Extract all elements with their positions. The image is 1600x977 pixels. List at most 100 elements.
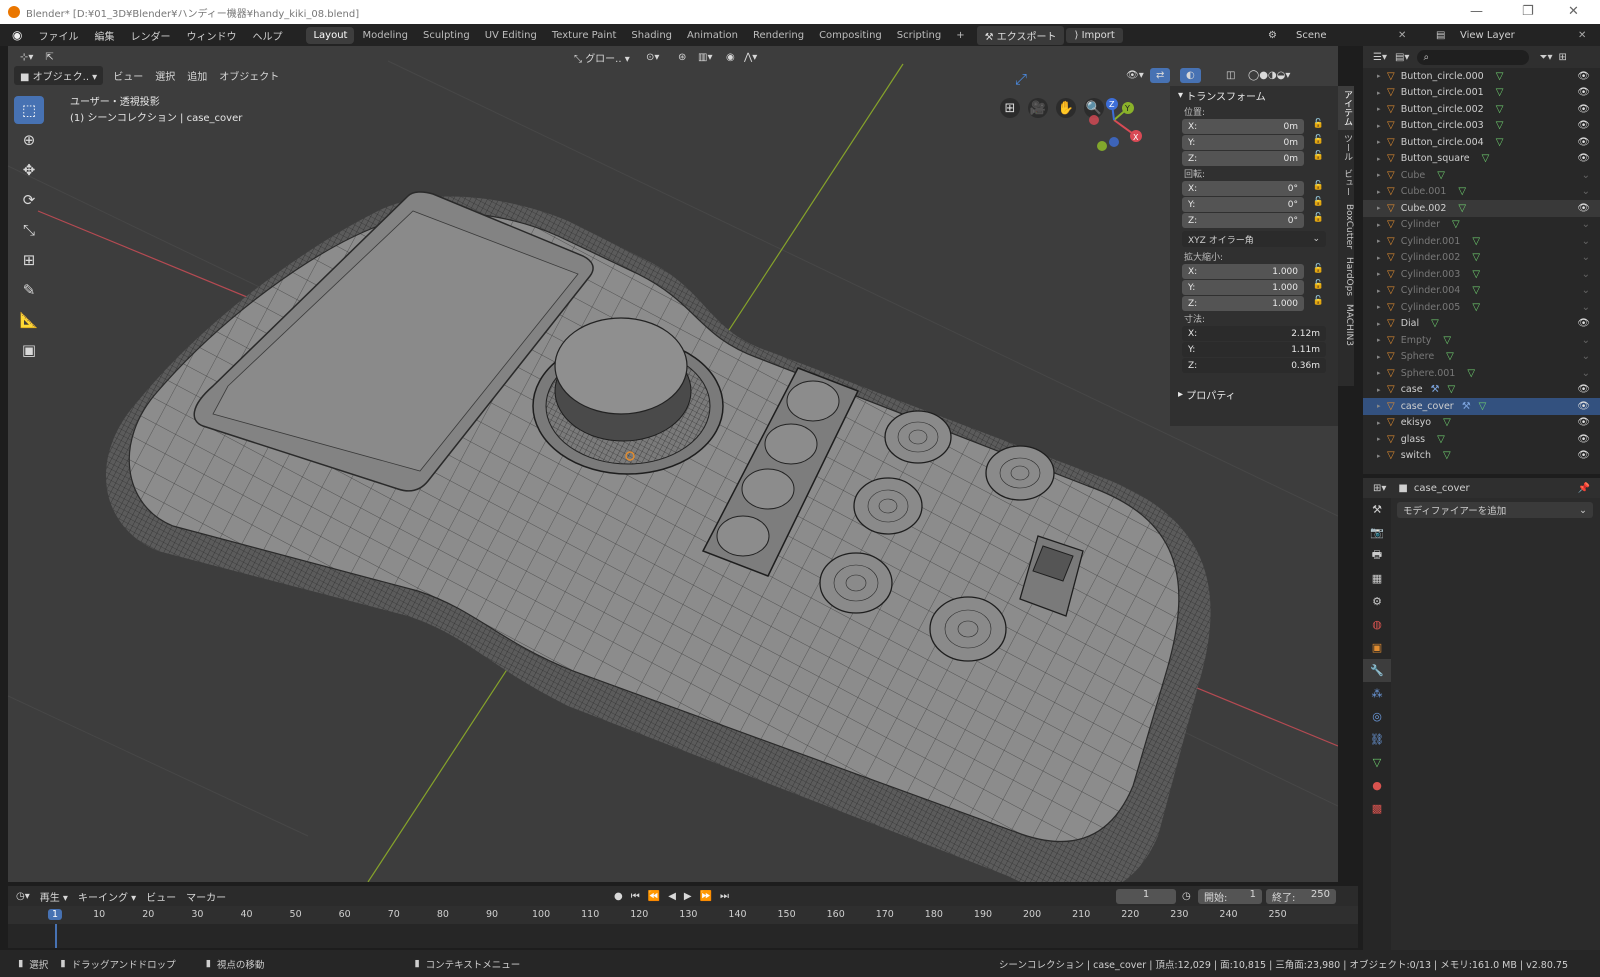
tab-sculpting[interactable]: Sculpting: [416, 27, 477, 44]
tab-modeling[interactable]: Modeling: [355, 27, 415, 44]
tab-layout[interactable]: Layout: [306, 26, 355, 44]
next-keyframe-icon[interactable]: ⏩: [700, 891, 712, 902]
3d-viewport[interactable]: [8, 46, 1338, 882]
particles-icon[interactable]: ⁂: [1363, 682, 1391, 705]
outliner-item[interactable]: ▸ ▽ case ⚒ ▽ 👁: [1363, 382, 1600, 399]
play-icon[interactable]: ▶: [684, 891, 692, 902]
outliner-item[interactable]: ▸ ▽ Cube.002 ▽ 👁: [1363, 200, 1600, 217]
view-layer-name[interactable]: View Layer: [1460, 30, 1515, 41]
physics-icon[interactable]: ◎: [1363, 705, 1391, 728]
tab-shading[interactable]: Shading: [624, 27, 679, 44]
scene-name[interactable]: Scene: [1296, 30, 1327, 41]
render-icon[interactable]: 📷: [1363, 521, 1391, 544]
eye-icon[interactable]: ⌄: [1582, 351, 1590, 362]
lock-icon[interactable]: 🔓: [1313, 264, 1324, 274]
transform-panel-header[interactable]: ▾ トランスフォーム: [1170, 86, 1338, 104]
expand-arrow-icon[interactable]: ▸: [1377, 105, 1381, 113]
location-x-field[interactable]: X: 0m 🔓: [1182, 119, 1324, 134]
dimensions-y-field[interactable]: Y: 1.11m: [1182, 342, 1326, 357]
properties-panel-header[interactable]: ▸ プロパティ: [1170, 385, 1338, 403]
overlay-toggle-icon[interactable]: ◐: [1180, 67, 1201, 83]
eye-icon[interactable]: 👁: [1577, 450, 1590, 461]
eye-icon[interactable]: 👁: [1577, 318, 1590, 329]
eye-icon[interactable]: ⌄: [1582, 186, 1590, 197]
timeline-track[interactable]: [8, 924, 1358, 948]
eye-icon[interactable]: ⌄: [1582, 302, 1590, 313]
rotation-y-field[interactable]: Y: 0° 🔓: [1182, 197, 1324, 212]
filter-icon[interactable]: ⏷▾: [1539, 52, 1552, 63]
expand-arrow-icon[interactable]: ▸: [1377, 435, 1381, 443]
blender-menu-icon[interactable]: ◉: [12, 28, 22, 42]
expand-arrow-icon[interactable]: ▸: [1377, 303, 1381, 311]
menu-edit[interactable]: 編集: [86, 28, 122, 43]
menu-keying[interactable]: キーイング ▾: [78, 889, 136, 904]
outliner-item[interactable]: ▸ ▽ Cylinder.003 ▽ ⌄: [1363, 266, 1600, 283]
editor-type-icon[interactable]: ⊹▾: [14, 50, 39, 65]
outliner-item[interactable]: ▸ ▽ Sphere ▽ ⌄: [1363, 349, 1600, 366]
menu-render[interactable]: レンダー: [122, 28, 178, 43]
scale-tool-icon[interactable]: ⤡: [14, 216, 44, 244]
clock-icon[interactable]: ◷: [1182, 891, 1191, 902]
outliner-item[interactable]: ▸ ▽ Cube.001 ▽ ⌄: [1363, 184, 1600, 201]
expand-arrow-icon[interactable]: ▸: [1377, 353, 1381, 361]
texture-icon[interactable]: ▩: [1363, 797, 1391, 820]
outliner-item[interactable]: ▸ ▽ Button_circle.003 ▽ 👁: [1363, 118, 1600, 135]
select-mode-icon[interactable]: ⇱: [39, 50, 59, 65]
tab-item[interactable]: アイテム: [1338, 86, 1354, 130]
view-layer-close-icon[interactable]: ✕: [1578, 30, 1586, 41]
menu-view[interactable]: ビュー: [107, 66, 149, 85]
outliner-item[interactable]: ▸ ▽ Button_circle.004 ▽ 👁: [1363, 134, 1600, 151]
rotation-mode-dropdown[interactable]: XYZ オイラー角 ⌄: [1182, 231, 1326, 247]
menu-file[interactable]: ファイル: [30, 28, 86, 43]
select-box-tool-icon[interactable]: ⬚: [14, 96, 44, 124]
scene-close-icon[interactable]: ✕: [1398, 30, 1406, 41]
eye-icon[interactable]: 👁: [1577, 384, 1590, 395]
eye-icon[interactable]: 👁: [1577, 104, 1590, 115]
expand-arrow-icon[interactable]: ▸: [1377, 336, 1381, 344]
expand-arrow-icon[interactable]: ▸: [1377, 155, 1381, 163]
lock-icon[interactable]: 🔓: [1313, 151, 1324, 161]
rotation-x-field[interactable]: X: 0° 🔓: [1182, 181, 1324, 196]
tab-texture-paint[interactable]: Texture Paint: [545, 27, 624, 44]
outliner-item[interactable]: ▸ ▽ Button_circle.002 ▽ 👁: [1363, 101, 1600, 118]
outliner-item[interactable]: ▸ ▽ Cylinder.002 ▽ ⌄: [1363, 250, 1600, 267]
eye-icon[interactable]: 👁: [1577, 417, 1590, 428]
eye-icon[interactable]: ⌄: [1582, 285, 1590, 296]
measure-tool-icon[interactable]: 📐: [14, 306, 44, 334]
timeline-ruler[interactable]: 1 10 20 30 40 50 60 70 80 90 100 110 120 130 140 150 160…: [8, 906, 1358, 924]
eye-icon[interactable]: ⌄: [1582, 219, 1590, 230]
world-icon[interactable]: ◍: [1363, 613, 1391, 636]
expand-arrow-icon[interactable]: ▸: [1377, 138, 1381, 146]
add-cube-tool-icon[interactable]: ▣: [14, 336, 44, 364]
eye-icon[interactable]: ⌄: [1582, 170, 1590, 181]
rotation-z-field[interactable]: Z: 0° 🔓: [1182, 213, 1324, 228]
outliner-item[interactable]: ▸ ▽ Button_square ▽ 👁: [1363, 151, 1600, 168]
constraints-icon[interactable]: ⛓: [1363, 728, 1391, 751]
eye-icon[interactable]: 👁: [1577, 71, 1590, 82]
modifier-wrench-icon[interactable]: 🔧: [1363, 659, 1391, 682]
outliner-item[interactable]: ▸ ▽ ekisyo ▽ 👁: [1363, 415, 1600, 432]
tab-machin3[interactable]: MACHIN3: [1338, 300, 1354, 350]
expand-arrow-icon[interactable]: ▸: [1377, 452, 1381, 460]
lock-icon[interactable]: 🔓: [1313, 197, 1324, 207]
lock-icon[interactable]: 🔓: [1313, 181, 1324, 191]
expand-arrow-icon[interactable]: ▸: [1377, 171, 1381, 179]
scene-tab-icon[interactable]: ⚙: [1363, 590, 1391, 613]
playhead[interactable]: [55, 924, 57, 948]
scale-z-field[interactable]: Z: 1.000 🔓: [1182, 296, 1324, 311]
pivot-point-icon[interactable]: ⊙▾: [640, 50, 665, 65]
restore-icon[interactable]: ❐: [1522, 4, 1534, 19]
axis-gizmo[interactable]: X Y Z: [1088, 96, 1158, 156]
outliner-item[interactable]: ▸ ▽ Cylinder.005 ▽ ⌄: [1363, 299, 1600, 316]
tab-rendering[interactable]: Rendering: [746, 27, 811, 44]
outliner-item[interactable]: ▸ ▽ Cylinder ▽ ⌄: [1363, 217, 1600, 234]
transform-tool-icon[interactable]: ⊞: [14, 246, 44, 274]
view-layer-tab-icon[interactable]: ▦: [1363, 567, 1391, 590]
timeline-editor-icon[interactable]: ◷▾: [16, 891, 30, 902]
outliner-item[interactable]: ▸ ▽ case_cover ⚒ ▽ 👁: [1363, 398, 1600, 415]
rotate-tool-icon[interactable]: ⟳: [14, 186, 44, 214]
eye-icon[interactable]: ⌄: [1582, 236, 1590, 247]
prev-keyframe-icon[interactable]: ⏪: [648, 891, 660, 902]
mode-dropdown[interactable]: ■ オブジェク.. ▾: [14, 65, 104, 85]
menu-playback[interactable]: 再生 ▾: [40, 889, 68, 904]
